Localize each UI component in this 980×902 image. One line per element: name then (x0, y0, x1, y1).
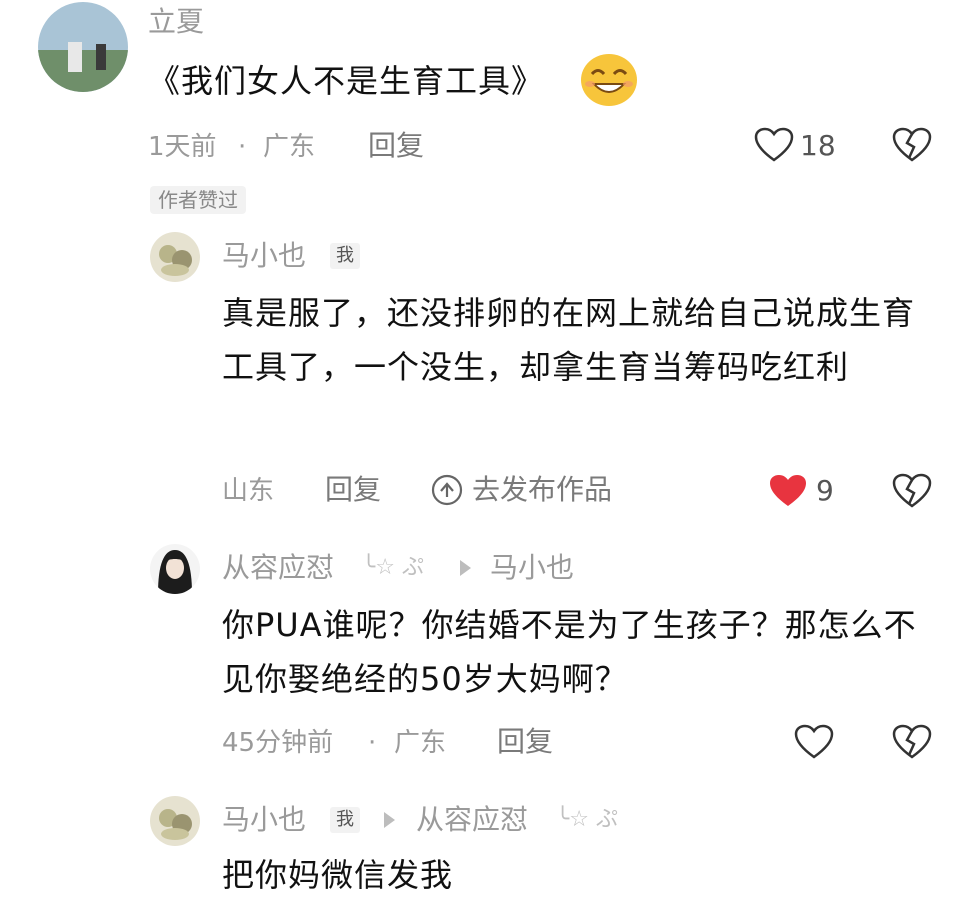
reply-to-user[interactable]: 从容应怼 (416, 804, 528, 836)
reply-time: 45分钟前 (222, 728, 334, 758)
reply-button[interactable]: 回复 (325, 475, 381, 505)
me-badge: 我 (330, 807, 360, 833)
reply-to-user[interactable]: 马小也 (490, 552, 574, 584)
avatar[interactable] (150, 544, 200, 594)
reply-location: 广东 (394, 728, 447, 758)
reply-author[interactable]: 马小也 (222, 240, 306, 272)
reply-button[interactable]: 回复 (497, 727, 553, 757)
me-badge: 我 (330, 243, 360, 269)
meta-separator: · (368, 728, 377, 758)
liked-heart-icon[interactable] (768, 473, 808, 509)
reply-text: 把你妈微信发我 (222, 856, 454, 894)
upload-circle-icon[interactable] (430, 473, 464, 507)
dislike-broken-heart-icon[interactable] (892, 724, 932, 760)
reply-to-arrow-icon (384, 812, 395, 828)
like-heart-icon[interactable] (794, 724, 834, 760)
like-count: 9 (816, 474, 834, 507)
like-count: 18 (800, 129, 836, 162)
like-heart-icon[interactable] (754, 127, 794, 163)
publish-work-link[interactable]: 去发布作品 (472, 475, 612, 505)
reply-button[interactable]: 回复 (368, 131, 424, 161)
reply-author[interactable]: 从容应怼 (222, 552, 334, 584)
author-nickname-decoration: ╰☆ ぷ (362, 555, 424, 580)
comment-location: 广东 (263, 132, 316, 162)
dislike-broken-heart-icon[interactable] (892, 127, 932, 163)
avatar[interactable] (150, 796, 200, 846)
grinning-emoji-icon (578, 52, 640, 108)
reply-author[interactable]: 马小也 (222, 804, 306, 836)
reply-to-arrow-icon (460, 560, 471, 576)
reply-to-nickname-decoration: ╰☆ ぷ (556, 807, 618, 832)
avatar[interactable] (38, 2, 128, 92)
comment-author[interactable]: 立夏 (148, 6, 204, 38)
reply-text: 真是服了，还没排卵的在网上就给自己说成生育工具了，一个没生，却拿生育当筹码吃红利 (222, 294, 916, 386)
comment-time: 1天前 (148, 132, 217, 162)
comment-text: 《我们女人不是生育工具》 (148, 62, 545, 100)
reply-text: 你PUA谁呢？你结婚不是为了生孩子？那怎么不见你娶绝经的50岁大妈啊？ (222, 606, 917, 698)
reply-location: 山东 (222, 476, 275, 506)
dislike-broken-heart-icon[interactable] (892, 473, 932, 509)
meta-separator: · (238, 132, 247, 162)
avatar[interactable] (150, 232, 200, 282)
author-liked-badge: 作者赞过 (150, 186, 246, 214)
